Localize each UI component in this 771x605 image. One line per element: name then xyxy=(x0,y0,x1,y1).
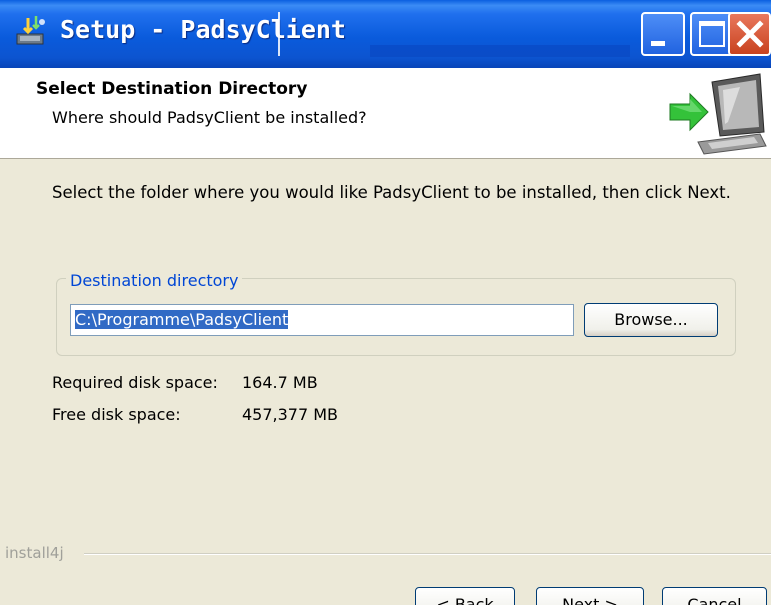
title-bar[interactable]: Setup - PadsyClient xyxy=(0,0,771,68)
footer-divider xyxy=(84,553,771,555)
instruction-text: Select the folder where you would like P… xyxy=(52,183,731,202)
free-space-row: Free disk space: 457,377 MB xyxy=(52,405,338,424)
required-space-label: Required disk space: xyxy=(52,373,218,392)
cancel-button[interactable]: Cancel xyxy=(662,587,767,605)
setup-window: Setup - PadsyClient Select Destination D… xyxy=(0,0,771,605)
title-shade xyxy=(370,45,630,57)
wizard-header: Select Destination Directory Where shoul… xyxy=(0,68,771,159)
installer-app-icon xyxy=(16,16,45,45)
destination-directory-input[interactable]: C:\Programme\PadsyClient xyxy=(70,304,574,336)
free-space-label: Free disk space: xyxy=(52,405,181,424)
install4j-brand: install4j xyxy=(5,544,70,562)
close-button[interactable] xyxy=(728,12,771,56)
window-title: Setup - PadsyClient xyxy=(60,15,346,44)
browse-button[interactable]: Browse... xyxy=(584,303,718,337)
free-space-value: 457,377 MB xyxy=(242,405,339,424)
back-button[interactable]: < Back xyxy=(415,587,515,605)
required-space-value: 164.7 MB xyxy=(242,373,318,392)
directory-value: C:\Programme\PadsyClient xyxy=(75,310,289,329)
title-separator xyxy=(278,12,280,56)
install-computer-icon xyxy=(669,73,767,155)
required-space-row: Required disk space: 164.7 MB xyxy=(52,373,318,392)
destination-group-label: Destination directory xyxy=(66,271,243,290)
page-subtitle: Where should PadsyClient be installed? xyxy=(52,108,367,127)
page-title: Select Destination Directory xyxy=(36,79,308,99)
next-button[interactable]: Next > xyxy=(536,587,644,605)
minimize-button[interactable] xyxy=(641,12,685,56)
close-icon xyxy=(736,20,764,48)
